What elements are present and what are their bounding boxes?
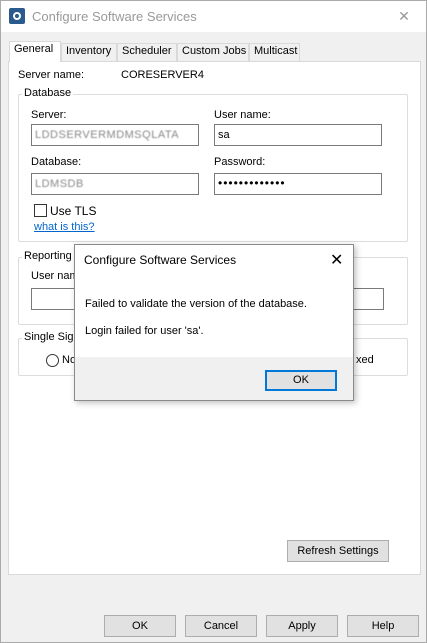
what-is-this-link[interactable]: what is this? bbox=[34, 221, 95, 233]
dialog-title: Configure Software Services bbox=[84, 253, 237, 267]
tab-custom-jobs[interactable]: Custom Jobs bbox=[177, 43, 249, 61]
database-label: Database: bbox=[31, 156, 82, 168]
configure-software-services-window: Configure Software Services ✕ General In… bbox=[0, 0, 427, 643]
server-input-value: LDDSERVERMDMSQLATA bbox=[35, 129, 180, 141]
user-name-input-value: sa bbox=[218, 129, 230, 141]
server-name-label: Server name: bbox=[18, 69, 85, 81]
cancel-button[interactable]: Cancel bbox=[185, 615, 257, 637]
use-tls-checkbox[interactable] bbox=[34, 204, 47, 217]
dialog-message-line-1: Failed to validate the version of the da… bbox=[85, 298, 307, 310]
server-input[interactable]: LDDSERVERMDMSQLATA bbox=[31, 124, 199, 146]
reporting-user-label: User nam bbox=[31, 270, 79, 282]
dialog-message-line-2: Login failed for user 'sa'. bbox=[85, 325, 204, 337]
tab-scheduler[interactable]: Scheduler bbox=[117, 43, 177, 61]
dialog-close-icon[interactable]: ✕ bbox=[330, 250, 343, 270]
tab-multicast[interactable]: Multicast bbox=[249, 43, 300, 61]
error-dialog: Configure Software Services ✕ Failed to … bbox=[74, 244, 354, 401]
server-label: Server: bbox=[31, 109, 67, 121]
reporting-group-legend: Reporting bbox=[22, 250, 74, 262]
tab-general[interactable]: General bbox=[9, 41, 61, 62]
database-input[interactable]: LDMSDB bbox=[31, 173, 199, 195]
title-bar: Configure Software Services ✕ bbox=[1, 1, 426, 32]
password-input-value: ••••••••••••• bbox=[218, 176, 286, 190]
tab-inventory[interactable]: Inventory bbox=[61, 43, 117, 61]
user-name-label: User name: bbox=[214, 109, 271, 121]
use-tls-label: Use TLS bbox=[50, 204, 97, 218]
server-name-value: CORESERVER4 bbox=[121, 69, 204, 81]
password-label: Password: bbox=[214, 156, 266, 168]
sso-radio-mixed-label: xed bbox=[356, 354, 374, 366]
sso-radio-none[interactable] bbox=[46, 354, 59, 367]
ok-button[interactable]: OK bbox=[104, 615, 176, 637]
window-title: Configure Software Services bbox=[32, 9, 197, 24]
database-group-legend: Database bbox=[22, 87, 74, 99]
database-group: Database Server: LDDSERVERMDMSQLATA User… bbox=[18, 87, 408, 242]
dialog-footer: OK bbox=[75, 357, 353, 400]
apply-button[interactable]: Apply bbox=[266, 615, 338, 637]
window-close-icon[interactable]: ✕ bbox=[389, 6, 419, 26]
app-gear-icon bbox=[9, 8, 25, 24]
dialog-ok-button[interactable]: OK bbox=[265, 370, 337, 391]
refresh-settings-button[interactable]: Refresh Settings bbox=[287, 540, 389, 562]
password-input[interactable]: ••••••••••••• bbox=[214, 173, 382, 195]
help-button[interactable]: Help bbox=[347, 615, 419, 637]
single-sign-on-group-legend: Single Sig bbox=[22, 331, 76, 343]
user-name-input[interactable]: sa bbox=[214, 124, 382, 146]
database-input-value: LDMSDB bbox=[35, 178, 84, 190]
